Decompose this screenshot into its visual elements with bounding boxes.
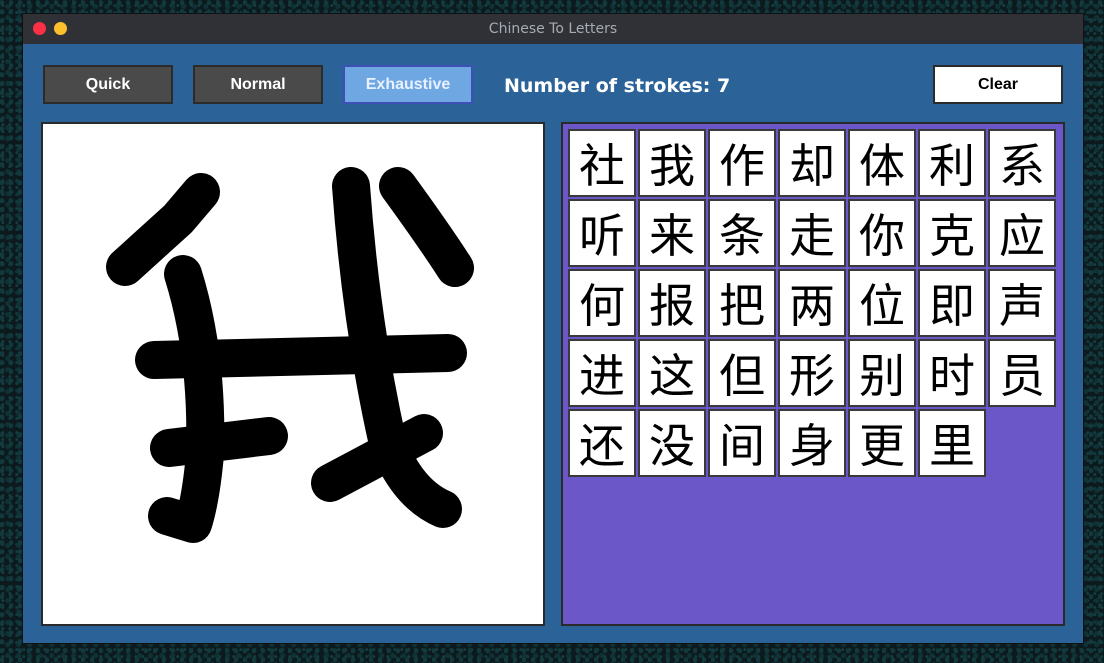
stroke-4 [150, 417, 288, 467]
candidate-panel: 社我作却体利系听来条走你克应何报把两位即声进这但形别时员还没间身更里 [561, 122, 1065, 626]
candidate-character[interactable]: 进 [568, 339, 636, 407]
candidate-character[interactable]: 社 [568, 129, 636, 197]
candidate-character[interactable]: 这 [638, 339, 706, 407]
candidate-character[interactable]: 员 [988, 339, 1056, 407]
candidate-character[interactable]: 两 [778, 269, 846, 337]
candidate-character[interactable]: 没 [638, 409, 706, 477]
candidate-character[interactable]: 何 [568, 269, 636, 337]
candidate-character[interactable]: 克 [918, 199, 986, 267]
candidate-character[interactable]: 利 [918, 129, 986, 197]
candidate-character[interactable]: 形 [778, 339, 846, 407]
candidate-character[interactable]: 作 [708, 129, 776, 197]
candidate-character[interactable]: 里 [918, 409, 986, 477]
quick-button[interactable]: Quick [43, 65, 173, 104]
candidate-character[interactable]: 来 [638, 199, 706, 267]
candidate-character[interactable]: 系 [988, 129, 1056, 197]
drawing-canvas[interactable] [41, 122, 545, 626]
candidate-character[interactable]: 把 [708, 269, 776, 337]
handwritten-strokes [106, 167, 474, 543]
stroke-7 [379, 167, 474, 287]
candidate-character[interactable]: 报 [638, 269, 706, 337]
normal-button[interactable]: Normal [193, 65, 323, 104]
candidate-character[interactable]: 但 [708, 339, 776, 407]
candidate-character[interactable]: 还 [568, 409, 636, 477]
candidate-character[interactable]: 身 [778, 409, 846, 477]
candidate-character[interactable]: 位 [848, 269, 916, 337]
candidate-character[interactable]: 走 [778, 199, 846, 267]
candidate-character[interactable]: 应 [988, 199, 1056, 267]
stroke-2 [148, 255, 225, 543]
candidate-character[interactable]: 你 [848, 199, 916, 267]
candidate-character[interactable]: 条 [708, 199, 776, 267]
candidate-character[interactable]: 体 [848, 129, 916, 197]
exhaustive-button[interactable]: Exhaustive [343, 65, 473, 104]
candidate-character[interactable]: 听 [568, 199, 636, 267]
stroke-1 [106, 173, 220, 286]
candidate-character[interactable]: 我 [638, 129, 706, 197]
candidate-character[interactable]: 别 [848, 339, 916, 407]
window-title: Chinese To Letters [488, 21, 618, 37]
app-window: Chinese To Letters Quick Normal Exhausti… [23, 14, 1083, 643]
candidate-character[interactable]: 更 [848, 409, 916, 477]
candidate-character[interactable]: 时 [918, 339, 986, 407]
title-bar: Chinese To Letters [23, 14, 1083, 44]
candidate-character[interactable]: 即 [918, 269, 986, 337]
stroke-3 [135, 334, 467, 379]
candidate-grid: 社我作却体利系听来条走你克应何报把两位即声进这但形别时员还没间身更里 [568, 129, 1056, 477]
clear-button[interactable]: Clear [933, 65, 1063, 104]
stroke-count-label: Number of strokes: 7 [504, 75, 731, 97]
candidate-character[interactable]: 却 [778, 129, 846, 197]
candidate-character[interactable]: 间 [708, 409, 776, 477]
candidate-character[interactable]: 声 [988, 269, 1056, 337]
